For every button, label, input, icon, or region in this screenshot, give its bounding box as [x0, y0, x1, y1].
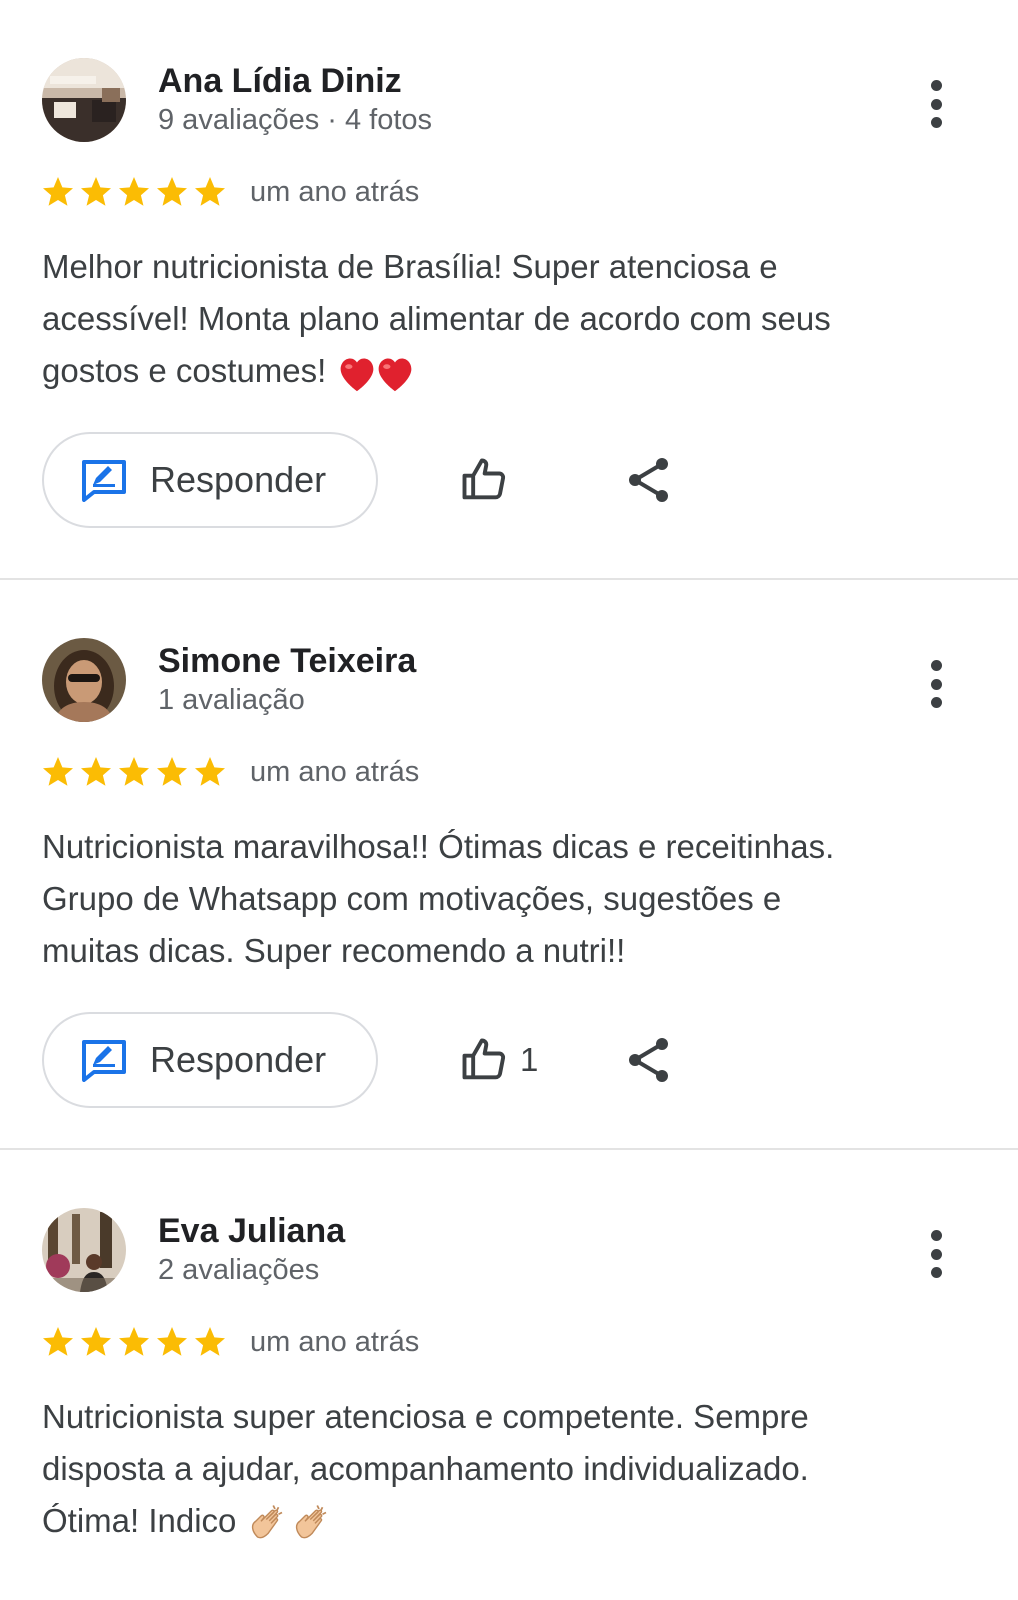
- star-icon: [119, 757, 149, 786]
- clapping-hands-icon: [251, 1505, 282, 1539]
- reviewer-avatar[interactable]: [42, 1208, 126, 1292]
- reviewer-meta: 9 avaliações · 4 fotos: [158, 104, 433, 136]
- star-icon: [157, 1327, 187, 1356]
- like-button[interactable]: 1: [458, 1032, 538, 1088]
- review-date: um ano atrás: [250, 1325, 420, 1358]
- rating-row: um ano atrás: [40, 172, 419, 212]
- review-text: Nutricionista super atenciosa e competen…: [42, 1391, 972, 1547]
- reply-edit-icon: [82, 460, 126, 502]
- more-options-icon[interactable]: [924, 80, 948, 128]
- star-icon: [43, 757, 73, 786]
- reply-edit-icon: [82, 1040, 126, 1082]
- review-text-line: Nutricionista maravilhosa!! Ótimas dicas…: [42, 828, 835, 865]
- thumbs-up-icon: [462, 458, 506, 500]
- review-text-line: gostos e costumes!: [42, 345, 972, 397]
- red-heart-icon: [379, 358, 412, 392]
- more-options-icon[interactable]: [924, 1230, 948, 1278]
- share-icon[interactable]: [626, 1035, 672, 1085]
- reviewer-name[interactable]: Eva Juliana: [158, 1212, 345, 1251]
- share-icon[interactable]: [626, 455, 672, 505]
- review-text-line: Grupo de Whatsapp com motivações, sugest…: [42, 880, 782, 917]
- review-text-line-content: Ótima! Indico: [42, 1502, 237, 1539]
- star-icon: [195, 177, 225, 206]
- reviewer-meta: 2 avaliações: [158, 1254, 320, 1286]
- star-icon: [195, 1327, 225, 1356]
- review-text-line: Melhor nutricionista de Brasília! Super …: [42, 248, 778, 285]
- rating-row: um ano atrás: [40, 1322, 419, 1362]
- star-icon: [157, 757, 187, 786]
- clapping-hands-icon: [295, 1505, 326, 1539]
- review-date: um ano atrás: [250, 755, 420, 788]
- reviewer-avatar[interactable]: [42, 638, 126, 722]
- like-button[interactable]: [458, 452, 520, 508]
- thumbs-up-icon: [462, 1038, 506, 1080]
- more-options-icon[interactable]: [924, 660, 948, 708]
- reply-button[interactable]: Responder: [42, 432, 378, 528]
- star-icon: [157, 177, 187, 206]
- reviewer-name[interactable]: Simone Teixeira: [158, 642, 416, 681]
- review-text: Nutricionista maravilhosa!! Ótimas dicas…: [42, 821, 972, 977]
- reply-button-label: Responder: [150, 1039, 327, 1080]
- star-icon: [195, 757, 225, 786]
- review-text-line-content: gostos e costumes!: [42, 352, 327, 389]
- star-icon: [119, 1327, 149, 1356]
- star-icon: [43, 1327, 73, 1356]
- star-rating: [40, 1324, 228, 1360]
- star-icon: [119, 177, 149, 206]
- review-card: Simone Teixeira 1 avaliação um ano atrás…: [0, 580, 1018, 1150]
- star-icon: [81, 1327, 111, 1356]
- review-text-line: muitas dicas. Super recomendo a nutri!!: [42, 932, 626, 969]
- review-text-line: disposta a ajudar, acompanhamento indivi…: [42, 1450, 809, 1487]
- review-text: Melhor nutricionista de Brasília! Super …: [42, 241, 972, 397]
- reviewer-name[interactable]: Ana Lídia Diniz: [158, 62, 402, 101]
- like-count: 1: [520, 1041, 539, 1078]
- star-icon: [81, 757, 111, 786]
- review-date: um ano atrás: [250, 175, 420, 208]
- review-text-line: Ótima! Indico: [42, 1495, 972, 1547]
- review-text-line: Nutricionista super atenciosa e competen…: [42, 1398, 809, 1435]
- reviewer-meta: 1 avaliação: [158, 684, 305, 716]
- review-card: Ana Lídia Diniz 9 avaliações · 4 fotos u…: [0, 0, 1018, 580]
- review-text-line: acessível! Monta plano alimentar de acor…: [42, 300, 831, 337]
- reply-button-label: Responder: [150, 459, 327, 500]
- review-card: Eva Juliana 2 avaliações um ano atrás Nu…: [0, 1150, 1018, 1600]
- reviewer-avatar[interactable]: [42, 58, 126, 142]
- rating-row: um ano atrás: [40, 752, 419, 792]
- star-rating: [40, 754, 228, 790]
- reply-button[interactable]: Responder: [42, 1012, 378, 1108]
- star-icon: [43, 177, 73, 206]
- star-icon: [81, 177, 111, 206]
- star-rating: [40, 174, 228, 210]
